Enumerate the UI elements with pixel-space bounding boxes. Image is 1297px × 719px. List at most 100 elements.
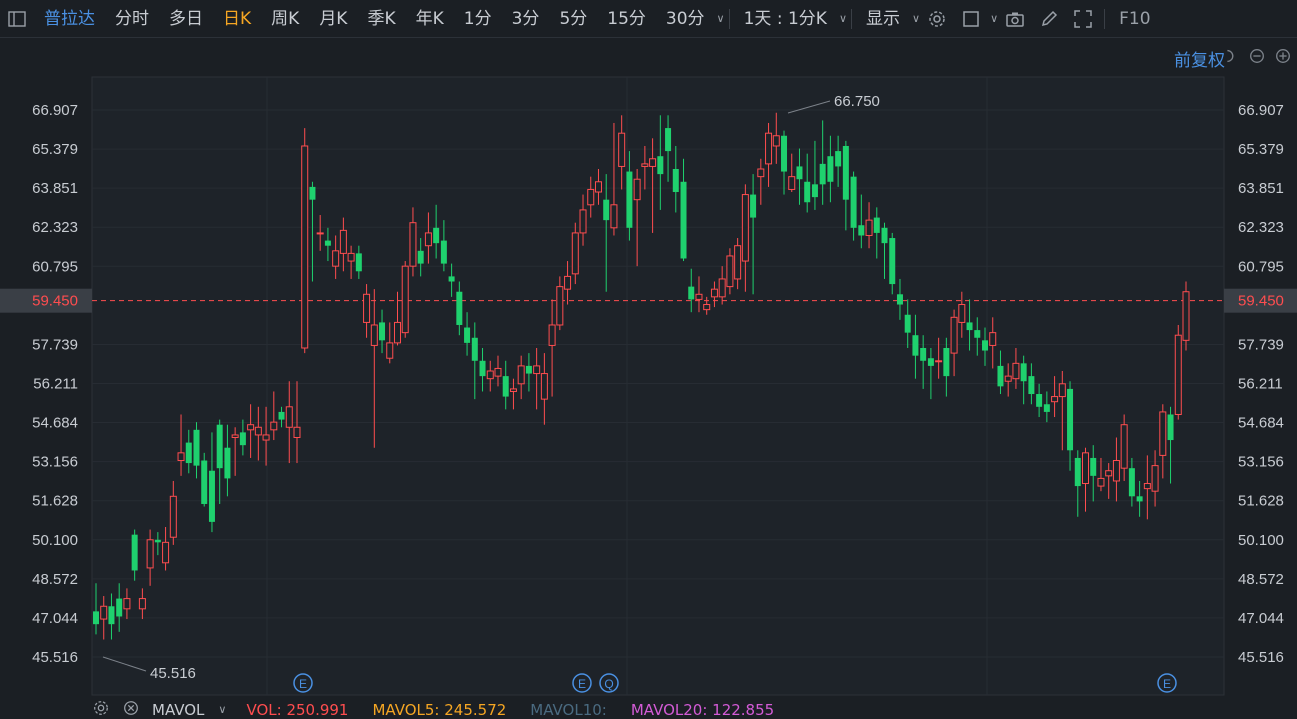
candle-body [347,252,355,262]
candle-body [610,204,618,229]
tab-period-5[interactable]: 季K [357,0,405,38]
candle-body [1036,394,1043,407]
toolbar: 普拉达 分时 多日 日K 周K 月K 季K 年K 1分 3分 5分 15分 30… [0,0,1297,38]
candle-body [1020,363,1027,382]
candle-body [239,432,246,446]
candle-body [873,217,880,233]
candle-body [881,227,888,244]
indicator-name[interactable]: MAVOL [152,701,204,719]
tab-period-10[interactable]: 15分 [597,0,656,38]
candle-body [231,434,239,438]
camera-icon[interactable] [1004,8,1026,30]
candle-body [641,163,649,167]
zoom-in-icon[interactable] [1273,46,1293,66]
current-price-tag-left [0,288,92,313]
candle-body [154,539,161,543]
candlestick-chart[interactable]: 66.907 66.907 65.379 65.379 63.851 63.851 62.3… [0,0,1297,719]
candle-body [827,156,834,182]
candle-body [1012,362,1020,380]
candle-body [750,194,757,218]
multi-period-dropdown-icon[interactable]: ∨ [839,12,847,25]
pencil-icon[interactable] [1038,8,1060,30]
candle-body [123,598,131,610]
candle-body [718,278,726,298]
price-axis-label-right: 54.684 [1238,415,1284,432]
candle-body [989,332,997,346]
indicator-dropdown-icon[interactable]: ∨ [218,703,226,716]
plot-frame [91,76,1225,696]
tab-period-6[interactable]: 年K [406,0,454,38]
zoom-out-icon[interactable] [1247,46,1267,66]
tab-period-3[interactable]: 周K [261,0,309,38]
tab-period-4[interactable]: 月K [309,0,357,38]
event-marker-icon [293,673,313,693]
candle-body [464,327,471,343]
price-axis-label-left: 51.628 [32,493,78,510]
candle-body [1182,291,1190,341]
candle-body [726,255,734,288]
price-axis-label-left: 63.851 [32,180,78,197]
current-price-label-right: 59.450 [1238,293,1284,310]
price-axis-label-left: 50.100 [32,532,78,549]
candle-body [293,426,301,438]
price-axis-label-right: 56.211 [1238,376,1283,393]
price-axis-label-left: 48.572 [32,571,78,588]
low-leader [102,656,147,672]
tab-period-1[interactable]: 多日 [159,0,213,38]
current-price-label-left: 59.450 [32,293,78,310]
gear-icon[interactable] [926,8,948,30]
sidebar-toggle-icon[interactable] [6,8,28,30]
multi-period-select[interactable]: 1天 : 1分K [734,0,837,38]
candle-body [424,232,432,247]
event-marker-label: E [299,677,307,691]
candle-body [680,181,687,259]
price-axis-label-left: 47.044 [32,610,78,627]
tab-period-0[interactable]: 分时 [105,0,159,38]
color-dropdown-icon[interactable]: ∨ [990,12,998,25]
period-dropdown-icon[interactable]: ∨ [717,12,725,25]
f10-button[interactable]: F10 [1109,0,1160,38]
candle-body [370,324,378,346]
candle-body [301,145,309,349]
tab-period-7[interactable]: 1分 [454,0,502,38]
event-marker-label: E [1163,677,1171,691]
candle-body [1120,424,1128,469]
candle-body [804,181,811,203]
candle-body [525,365,532,374]
candle-body [1051,396,1059,403]
candle-body [401,265,409,334]
candle-body [193,429,200,466]
candle-body [819,163,826,185]
tab-period-8[interactable]: 3分 [502,0,550,38]
event-marker-icon [572,673,592,693]
tab-period-2[interactable]: 日K [213,0,261,38]
candle-body [865,219,873,236]
candle-body [556,286,564,326]
divider [1104,8,1106,29]
tab-period-11[interactable]: 30分 [656,0,715,38]
price-axis-label-left: 53.156 [32,454,78,471]
candle-body [811,184,818,198]
stock-name[interactable]: 普拉达 [34,0,105,38]
color-box-icon[interactable] [960,8,982,30]
candle-body [285,406,293,428]
indicator-close-icon[interactable] [122,699,140,719]
vol-value: VOL: 250.991 [246,700,349,719]
price-axis-label-left: 57.739 [32,336,78,353]
display-select[interactable]: 显示 [856,0,910,38]
display-dropdown-icon[interactable]: ∨ [912,12,920,25]
candle-body [517,365,525,385]
candle-body [1074,457,1081,487]
candle-body [1067,388,1074,451]
candle-body [1082,452,1090,485]
price-axis-label-left: 65.379 [32,141,78,158]
candle-body [772,135,780,147]
indicator-settings-icon[interactable] [92,699,110,719]
adjust-mode-button[interactable]: 前复权 [1174,46,1225,71]
candle-body [502,376,509,397]
undo-icon[interactable] [1221,46,1241,66]
candle-body [108,606,115,625]
fullscreen-icon[interactable] [1072,8,1094,30]
high-price-label: 66.750 [834,93,880,110]
tab-period-9[interactable]: 5分 [549,0,597,38]
